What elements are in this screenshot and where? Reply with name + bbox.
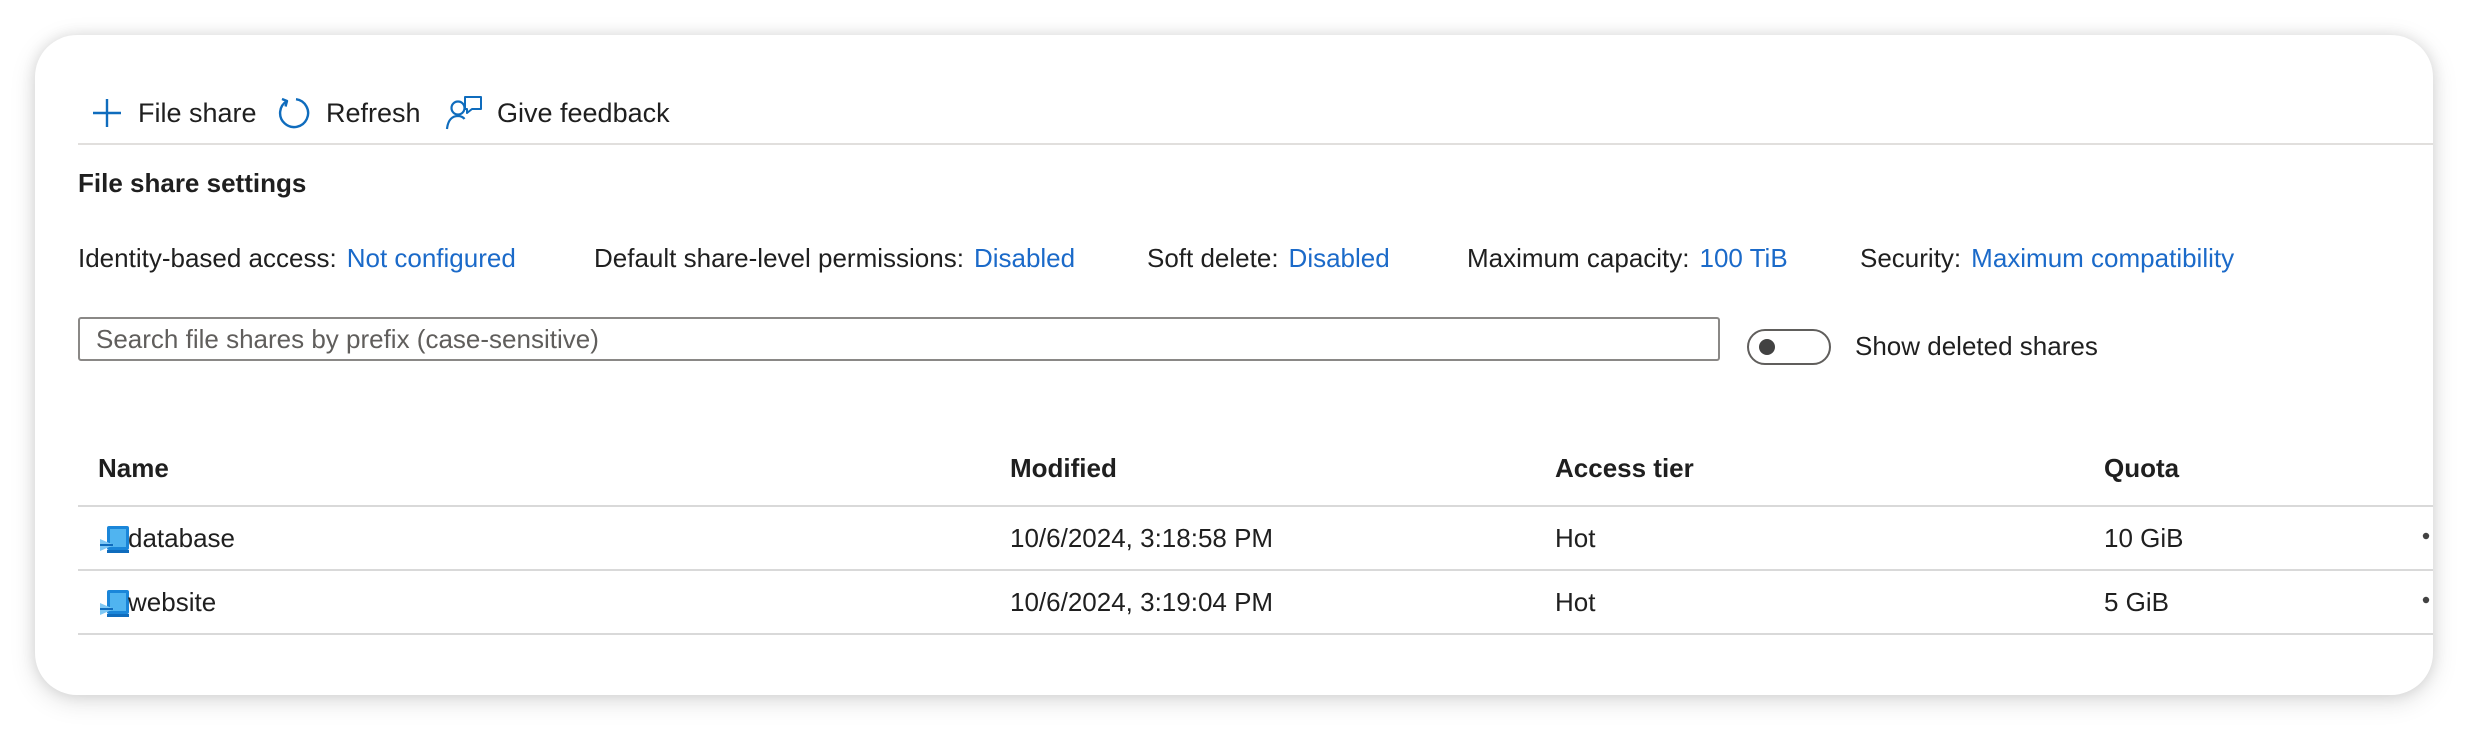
share-name[interactable]: website: [128, 587, 216, 618]
security-link[interactable]: Maximum compatibility: [1971, 243, 2234, 273]
give-feedback-label: Give feedback: [497, 97, 670, 128]
security-key: Security:: [1860, 243, 1962, 273]
modified-date: 10/6/2024, 3:18:58 PM: [1010, 523, 1274, 553]
toolbar-divider: [78, 143, 2433, 145]
max-capacity-key: Maximum capacity:: [1467, 243, 1690, 273]
max-capacity-link[interactable]: 100 TiB: [1700, 243, 1788, 273]
soft-delete-link[interactable]: Disabled: [1289, 243, 1390, 273]
identity-access-setting: Identity-based access: Not configured: [78, 243, 516, 274]
give-feedback-button[interactable]: Give feedback: [445, 85, 670, 141]
row-divider: [78, 633, 2433, 635]
refresh-icon: [276, 95, 312, 131]
show-deleted-label: Show deleted shares: [1855, 331, 2098, 361]
column-header-name[interactable]: Name: [98, 453, 169, 484]
access-tier: Hot: [1555, 523, 1596, 553]
section-title: File share settings: [78, 168, 307, 198]
identity-access-key: Identity-based access:: [78, 243, 337, 273]
share-permissions-link[interactable]: Disabled: [974, 243, 1075, 273]
quota: 5 GiB: [2104, 587, 2170, 617]
modified-date: 10/6/2024, 3:19:04 PM: [1010, 587, 1274, 617]
soft-delete-setting: Soft delete: Disabled: [1147, 243, 1390, 274]
toggle-knob: [1759, 339, 1775, 355]
more-actions-button[interactable]: [2418, 585, 2433, 615]
share-name[interactable]: database: [128, 523, 235, 554]
search-input[interactable]: [78, 317, 1720, 361]
plus-icon: [90, 96, 124, 130]
access-tier: Hot: [1555, 587, 1596, 617]
column-header-quota[interactable]: Quota: [2104, 453, 2179, 484]
more-icon: [2422, 596, 2430, 604]
file-share-icon: [98, 585, 132, 619]
show-deleted-toggle[interactable]: [1747, 329, 1831, 365]
file-share-icon: [98, 521, 132, 555]
table-row[interactable]: website 10/6/2024, 3:19:04 PM Hot 5 GiB: [78, 571, 2433, 633]
share-permissions-setting: Default share-level permissions: Disabled: [594, 243, 1075, 274]
more-icon: [2422, 532, 2430, 540]
table-row[interactable]: database 10/6/2024, 3:18:58 PM Hot 10 Gi…: [78, 507, 2433, 569]
feedback-icon: [445, 95, 483, 131]
add-file-share-button[interactable]: File share: [90, 85, 257, 141]
more-actions-button[interactable]: [2418, 521, 2433, 551]
column-header-modified[interactable]: Modified: [1010, 453, 1117, 484]
add-file-share-label: File share: [138, 97, 257, 128]
quota: 10 GiB: [2104, 523, 2184, 553]
max-capacity-setting: Maximum capacity: 100 TiB: [1467, 243, 1788, 274]
soft-delete-key: Soft delete:: [1147, 243, 1279, 273]
column-header-access-tier[interactable]: Access tier: [1555, 453, 1694, 484]
refresh-label: Refresh: [326, 97, 421, 128]
file-shares-panel: File share Refresh Give feedback File sh…: [35, 35, 2433, 695]
identity-access-link[interactable]: Not configured: [347, 243, 516, 273]
share-permissions-key: Default share-level permissions:: [594, 243, 964, 273]
refresh-button[interactable]: Refresh: [276, 85, 421, 141]
security-setting: Security: Maximum compatibility: [1860, 243, 2234, 274]
